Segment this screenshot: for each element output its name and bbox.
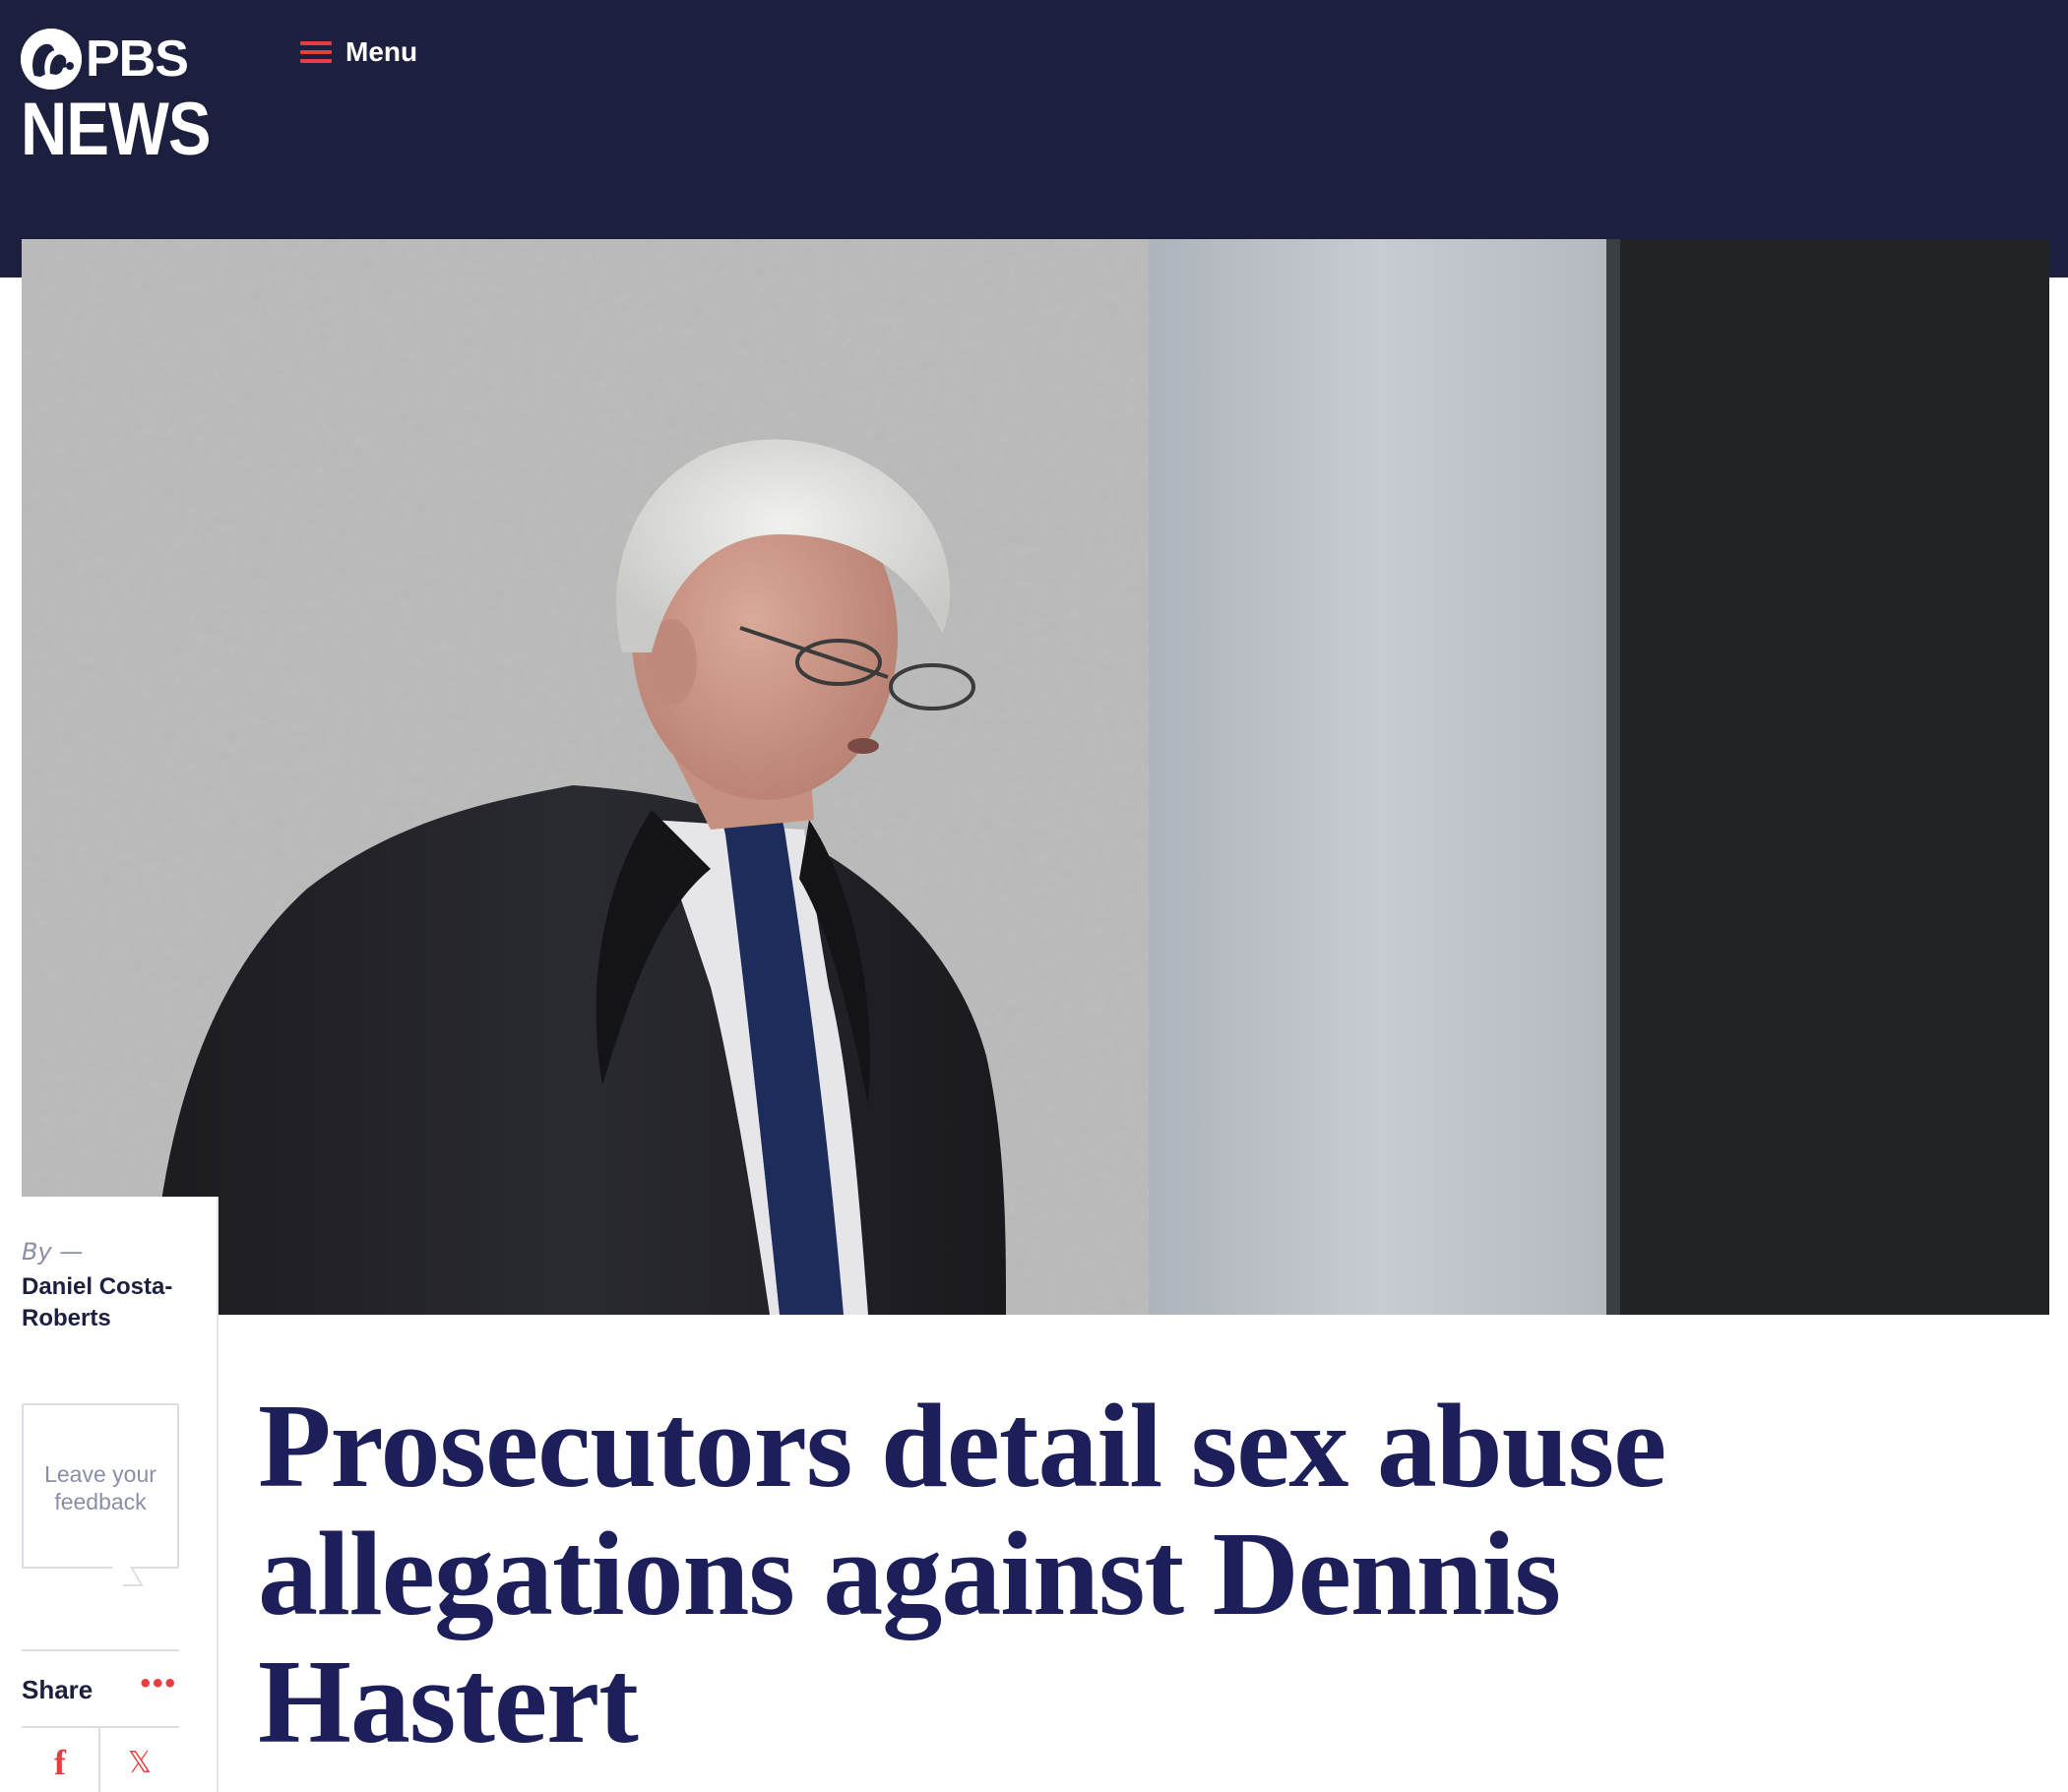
site-header: PBS NEWS Menu [0, 0, 2068, 278]
share-label: Share [22, 1675, 94, 1704]
byline-prefix: By — [22, 1238, 84, 1266]
pbs-news-logo[interactable]: PBS NEWS [21, 26, 218, 167]
speech-bubble-tail [112, 1567, 144, 1586]
more-dots-icon[interactable]: ••• [138, 1669, 177, 1704]
byline-author[interactable]: Daniel Costa-Roberts [22, 1271, 204, 1334]
menu-button[interactable]: Menu [300, 33, 417, 71]
article-headline: Prosecutors detail sex abuse allegations… [258, 1380, 1666, 1768]
facebook-share-button[interactable]: f [22, 1728, 100, 1792]
hero-photo [22, 239, 2049, 1315]
x-share-button[interactable]: 𝕏 [100, 1728, 179, 1792]
x-icon: 𝕏 [127, 1745, 153, 1780]
pbs-heads-icon [21, 29, 82, 90]
hamburger-icon [300, 41, 332, 63]
share-row: Share ••• [22, 1649, 179, 1728]
facebook-icon: f [54, 1743, 66, 1782]
article-sidebar: By — Daniel Costa-Roberts Leave your fee… [0, 1197, 219, 1792]
social-share-buttons: f 𝕏 [22, 1728, 179, 1792]
logo-pbs-text: PBS [86, 31, 189, 88]
logo-news-text: NEWS [21, 88, 211, 171]
menu-label: Menu [345, 36, 418, 67]
feedback-label: Leave your feedback [44, 1461, 157, 1514]
feedback-button[interactable]: Leave your feedback [22, 1403, 179, 1569]
